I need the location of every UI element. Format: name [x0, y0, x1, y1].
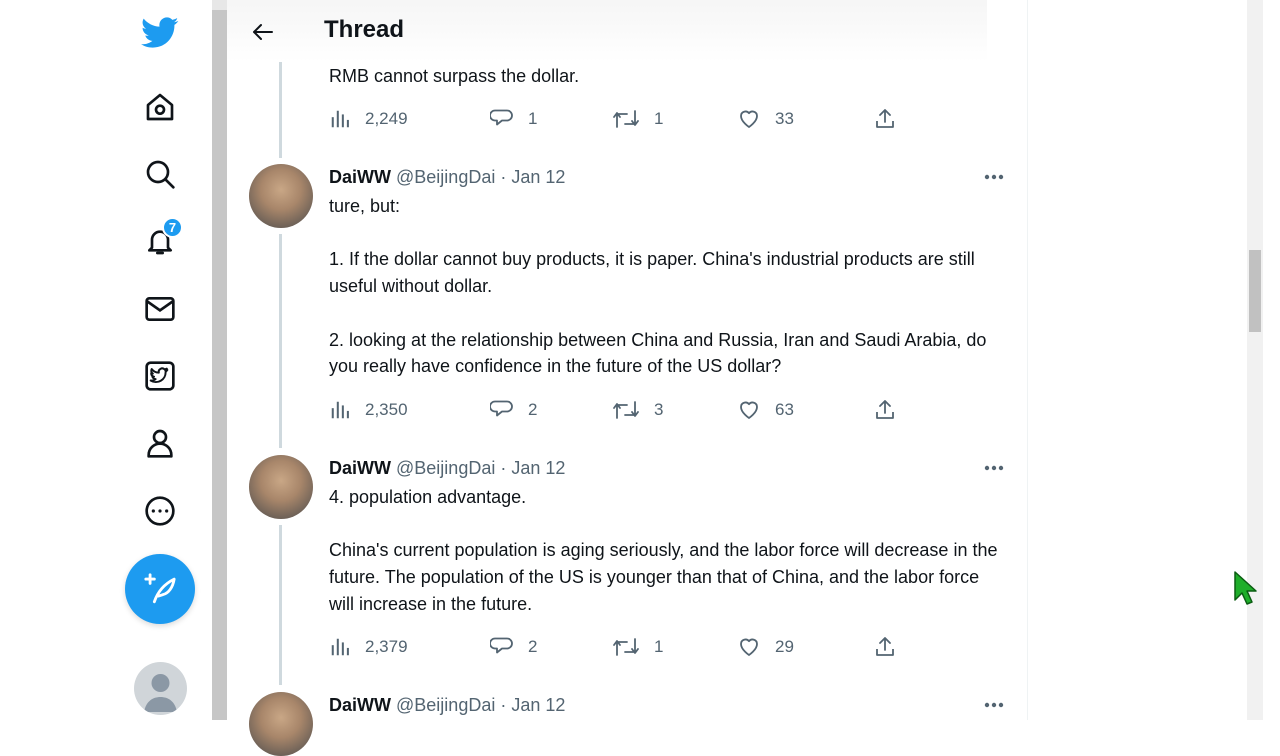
twitter-logo-icon[interactable] [136, 9, 184, 57]
heart-icon [740, 401, 758, 419]
tweet-author: DaiWW @BeijingDai · Jan 12 [329, 458, 565, 479]
retweet-icon [613, 401, 639, 419]
author-name[interactable]: DaiWW [329, 458, 391, 478]
reply-count: 2 [528, 637, 538, 656]
views-count: 2,379 [365, 637, 408, 656]
like-count: 63 [775, 400, 794, 419]
page-scrollbar[interactable] [1247, 0, 1263, 720]
nav-scrollbar[interactable] [212, 0, 227, 720]
author-handle[interactable]: @BeijingDai [396, 695, 495, 715]
more-dots-icon [984, 465, 1004, 471]
tweet-date[interactable]: · Jan 12 [500, 695, 565, 715]
home-icon[interactable] [136, 83, 184, 131]
views-chart-icon [331, 638, 349, 656]
account-avatar[interactable] [134, 662, 187, 715]
share-button[interactable] [873, 107, 911, 131]
tweet-text: RMB cannot surpass the dollar. [329, 66, 580, 86]
reply-button[interactable]: 1 [490, 107, 537, 131]
tweet-actions: 2,350 2 3 63 [329, 398, 909, 422]
tweet-author: DaiWW @BeijingDai · Jan 12 [329, 167, 565, 188]
author-handle[interactable]: @BeijingDai [396, 167, 495, 187]
author-name[interactable]: DaiWW [329, 695, 391, 715]
reply-bubble-icon [490, 109, 513, 126]
thread-connector [279, 525, 282, 685]
thread-connector [279, 62, 282, 158]
retweet-count: 1 [654, 637, 664, 656]
views-button[interactable]: 2,379 [329, 635, 408, 659]
views-chart-icon [331, 110, 349, 128]
reply-bubble-icon [490, 400, 513, 417]
retweet-button[interactable]: 1 [612, 635, 663, 659]
heart-icon [740, 638, 758, 656]
retweet-count: 3 [654, 400, 664, 419]
tweet-text: ture, but: 1. If the dollar cannot buy p… [329, 196, 987, 377]
more-options-circle-icon[interactable] [136, 487, 184, 535]
notification-count-badge: 7 [162, 217, 183, 238]
back-button[interactable] [247, 16, 279, 48]
thread-column: RMB cannot surpass the dollar. 2,249 1 1… [227, 0, 1028, 756]
share-upload-icon [876, 637, 894, 656]
retweet-icon [613, 638, 639, 656]
like-button[interactable]: 63 [737, 398, 794, 422]
retweet-button[interactable]: 1 [612, 107, 663, 131]
thread-connector [279, 234, 282, 448]
author-handle[interactable]: @BeijingDai [396, 458, 495, 478]
scrollbar-thumb[interactable] [1249, 250, 1261, 332]
left-nav: 7 [0, 0, 212, 720]
reply-count: 1 [528, 109, 538, 128]
thread-header: Thread [227, 0, 987, 62]
messages-envelope-icon[interactable] [136, 285, 184, 333]
share-button[interactable] [873, 398, 911, 422]
reply-button[interactable]: 2 [490, 635, 537, 659]
more-dots-icon [984, 174, 1004, 180]
like-button[interactable]: 29 [737, 635, 794, 659]
search-icon[interactable] [136, 150, 184, 198]
views-count: 2,350 [365, 400, 408, 419]
like-count: 33 [775, 109, 794, 128]
heart-icon [740, 110, 758, 128]
tweet-date[interactable]: · Jan 12 [500, 458, 565, 478]
feather-plus-icon [144, 573, 176, 604]
mouse-cursor-icon [1233, 570, 1257, 611]
tweet-date[interactable]: · Jan 12 [500, 167, 565, 187]
views-button[interactable]: 2,350 [329, 398, 408, 422]
tweet-author: DaiWW @BeijingDai · Jan 12 [329, 695, 565, 716]
reply-bubble-icon [490, 637, 513, 654]
share-button[interactable] [873, 635, 911, 659]
retweet-button[interactable]: 3 [612, 398, 663, 422]
tweet-actions: 2,379 2 1 29 [329, 635, 909, 659]
retweet-count: 1 [654, 109, 664, 128]
reply-button[interactable]: 2 [490, 398, 537, 422]
profile-person-icon[interactable] [136, 419, 184, 467]
share-upload-icon [876, 109, 894, 128]
author-avatar[interactable] [249, 164, 313, 228]
author-avatar[interactable] [249, 455, 313, 519]
views-button[interactable]: 2,249 [329, 107, 408, 131]
tweet-more-button[interactable] [982, 456, 1006, 480]
author-avatar[interactable] [249, 692, 313, 756]
like-count: 29 [775, 637, 794, 656]
back-arrow-icon [253, 24, 273, 40]
retweet-icon [613, 110, 639, 128]
tweet-more-button[interactable] [982, 693, 1006, 717]
views-count: 2,249 [365, 109, 408, 128]
author-name[interactable]: DaiWW [329, 167, 391, 187]
page-title: Thread [324, 16, 405, 43]
views-chart-icon [331, 401, 349, 419]
like-button[interactable]: 33 [737, 107, 794, 131]
tweet-more-button[interactable] [982, 165, 1006, 189]
compose-tweet-button[interactable] [125, 554, 195, 624]
more-dots-icon [984, 702, 1004, 708]
share-upload-icon [876, 400, 894, 419]
twitter-blue-icon[interactable] [136, 352, 184, 400]
tweet-actions: 2,249 1 1 33 [329, 107, 909, 131]
tweet-text: 4. population advantage. China's current… [329, 487, 998, 614]
reply-count: 2 [528, 400, 538, 419]
